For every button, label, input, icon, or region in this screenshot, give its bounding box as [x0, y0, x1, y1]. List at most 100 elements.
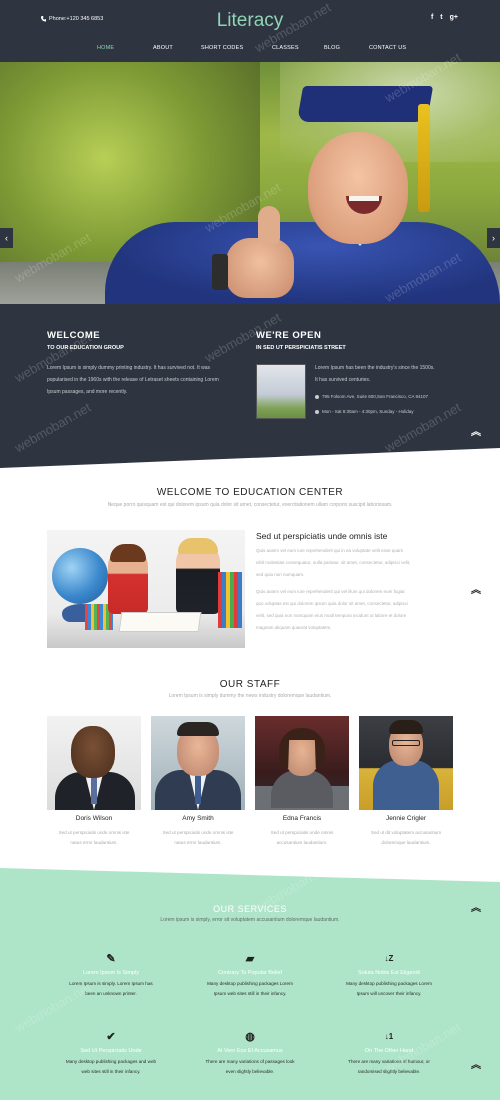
sort-alpha-icon: ↓Z: [384, 953, 394, 963]
globe-icon: ◍: [245, 1030, 255, 1043]
services-subtitle: Lorem ipsum is simply, error sit volupta…: [160, 917, 340, 923]
slider-next-button[interactable]: ›: [487, 228, 500, 248]
service-item: ▰ Contrary To Popular Belief Many deskto…: [190, 951, 310, 999]
service-item: ✎ Lorem Ipsum Is Simply Lorem Ipsum is s…: [51, 951, 171, 999]
welcome-title: WELCOME: [47, 330, 101, 341]
staff-photo: [359, 716, 453, 810]
main-nav: HOME ABOUT SHORT CODES CLASSES BLOG CONT…: [97, 45, 429, 51]
service-item: ↓1 On The Other Hand There are many vari…: [329, 1029, 449, 1077]
service-desc-line: Lorem Ipsum is simply. Lorem Ipsum has: [69, 981, 153, 986]
staff-desc-line: natus error laudantium.: [70, 840, 118, 845]
folder-open-icon: ▰: [245, 952, 255, 965]
service-desc-line: Many desktop publishing packages and web: [65, 1059, 157, 1064]
social-links: f t g+: [431, 14, 458, 21]
open-subtitle: IN SED UT PERSPICIATIS STREET: [256, 345, 346, 351]
welcome-text-line: Lorem Ipsum is simply dummy printing ind…: [47, 365, 211, 371]
scroll-up-icon[interactable]: ︽: [471, 904, 481, 914]
staff-photo: [255, 716, 349, 810]
service-item: ↓Z Soluta Nobis Est Eligendi Many deskto…: [329, 951, 449, 999]
sort-numeric-icon: ↓1: [384, 1031, 394, 1041]
welcome-paragraph-line: velit, sed quia non numquam eius modi te…: [256, 613, 407, 618]
service-desc-line: web sites still in their infancy.: [81, 1069, 141, 1074]
staff-section-title: OUR STAFF: [219, 679, 281, 690]
service-desc-line: Many desktop publishing packages Lorem: [207, 981, 293, 986]
slider-prev-button[interactable]: ‹: [0, 228, 13, 248]
service-title: Soluta Nobis Est Eligendi: [358, 970, 420, 976]
staff-description: Sed ut perspiciatis unde omnis accusantiu…: [255, 828, 349, 848]
staff-card[interactable]: [359, 716, 453, 810]
staff-name: Edna Francis: [282, 815, 322, 822]
nav-classes[interactable]: CLASSES: [272, 45, 324, 51]
service-desc-line: Ipsum web sites still in their infancy.: [213, 991, 287, 996]
nav-blog[interactable]: BLOG: [324, 45, 369, 51]
site-logo[interactable]: Literacy: [0, 10, 500, 32]
pencil-icon: ✎: [106, 952, 116, 965]
staff-desc-line: Sed ut perspiciatis unde omnis: [270, 830, 334, 835]
service-desc-line: Ipsum will uncover their infancy.: [356, 991, 422, 996]
nav-about[interactable]: ABOUT: [153, 45, 201, 51]
welcome-section-subtitle: Neque porro quisquam est qui dolorem ips…: [107, 502, 393, 508]
service-desc-line: been an unknown printer.: [85, 991, 137, 996]
chevron-left-icon: ‹: [5, 233, 8, 243]
staff-card[interactable]: [151, 716, 245, 810]
info-band: WELCOME TO OUR EDUCATION GROUP Lorem Ips…: [0, 304, 500, 448]
service-title: Sed Ut Perspiciatis Unde: [80, 1048, 142, 1054]
staff-name: Doris Wilson: [75, 815, 113, 822]
staff-description: Sed ut dit voluptatem accusantium dolorem…: [359, 828, 453, 848]
welcome-section-title: WELCOME TO EDUCATION CENTER: [156, 487, 344, 498]
open-text-line: Lorem Ipsum has been the industry's sinc…: [315, 365, 435, 371]
staff-description: Sed ut perspiciatis unde omnis iste natus…: [151, 828, 245, 848]
staff-photo: [47, 716, 141, 810]
service-title: At Vero Eos Et Accusamus: [217, 1048, 283, 1054]
staff-name: Jennie Crigler: [385, 815, 427, 822]
service-desc-line: randomised slightly believable.: [357, 1069, 421, 1074]
address: 795 Folsom Ave, Suite 600,San Francisco,…: [315, 394, 428, 399]
service-item: ✔ Sed Ut Perspiciatis Unde Many desktop …: [51, 1029, 171, 1077]
nav-contact-us[interactable]: CONTACT US: [369, 45, 429, 51]
welcome-paragraph-line: Quis autem vel eum iure reprehenderit qu…: [256, 589, 405, 594]
map-marker-icon: [315, 394, 319, 399]
school-building-image: [256, 364, 306, 419]
welcome-text-line: Ipsum passages, and more recently.: [47, 389, 128, 395]
staff-desc-line: doloremque laudantium.: [381, 840, 431, 845]
welcome-paragraph-line: quo voluptas est qui dolorem ipsum quia …: [256, 601, 408, 606]
staff-card[interactable]: [47, 716, 141, 810]
staff-desc-line: natus error laudantium.: [174, 840, 222, 845]
scroll-up-icon[interactable]: ︽: [471, 428, 481, 438]
check-circle-icon: ✔: [106, 1030, 116, 1043]
staff-desc-line: accusantium laudantium.: [276, 840, 328, 845]
staff-desc-line: Sed ut perspiciatis unde omnis iste: [58, 830, 130, 835]
scroll-up-icon[interactable]: ︽: [471, 1061, 481, 1071]
nav-home[interactable]: HOME: [97, 45, 153, 51]
service-item: ◍ At Vero Eos Et Accusamus There are man…: [190, 1029, 310, 1077]
facebook-icon[interactable]: f: [431, 14, 433, 21]
open-title: WE'RE OPEN: [256, 330, 322, 341]
staff-description: Sed ut perspiciatis unde omnis iste natus…: [47, 828, 141, 848]
staff-card[interactable]: [255, 716, 349, 810]
scroll-up-icon[interactable]: ︽: [471, 586, 481, 596]
staff-name: Amy Smith: [182, 815, 214, 822]
welcome-paragraph-line: nihil molestiae consequatur, nulla paria…: [256, 560, 411, 565]
service-title: Lorem Ipsum Is Simply: [83, 970, 139, 976]
service-desc-line: even slightly believable.: [225, 1069, 275, 1074]
service-desc-line: There are many variations of humour, or: [348, 1059, 430, 1064]
staff-desc-line: Sed ut dit voluptatem accusantium: [370, 830, 442, 835]
service-title: On The Other Hand: [364, 1048, 414, 1054]
chevron-right-icon: ›: [492, 233, 495, 243]
google-plus-icon[interactable]: g+: [450, 14, 458, 21]
clock-icon: [315, 409, 319, 414]
twitter-icon[interactable]: t: [440, 14, 442, 21]
site-header: Phone:+120 345 6853 Literacy f t g+ HOME…: [0, 0, 500, 62]
staff-photo: [151, 716, 245, 810]
address-text: 795 Folsom Ave, Suite 600,San Francisco,…: [322, 394, 428, 399]
welcome-heading: Sed ut perspiciatis unde omnis iste: [256, 531, 388, 541]
open-text-line: It has survived centuries.: [315, 377, 371, 383]
nav-short-codes[interactable]: SHORT CODES: [201, 45, 272, 51]
welcome-text-line: popularised in the 1960s with the releas…: [47, 377, 219, 383]
service-desc-line: Many desktop publishing packages Lorem: [346, 981, 432, 986]
welcome-paragraph-line: sed quia non numquam.: [256, 572, 305, 577]
hours-text: Mon - Sat 8:30am - 4:30pm, Sunday - Holi…: [322, 409, 414, 414]
services-title: OUR SERVICES: [213, 904, 287, 914]
welcome-paragraph-line: magnam aliquam quaerat voluptatem.: [256, 625, 332, 630]
welcome-subtitle: TO OUR EDUCATION GROUP: [47, 345, 124, 351]
